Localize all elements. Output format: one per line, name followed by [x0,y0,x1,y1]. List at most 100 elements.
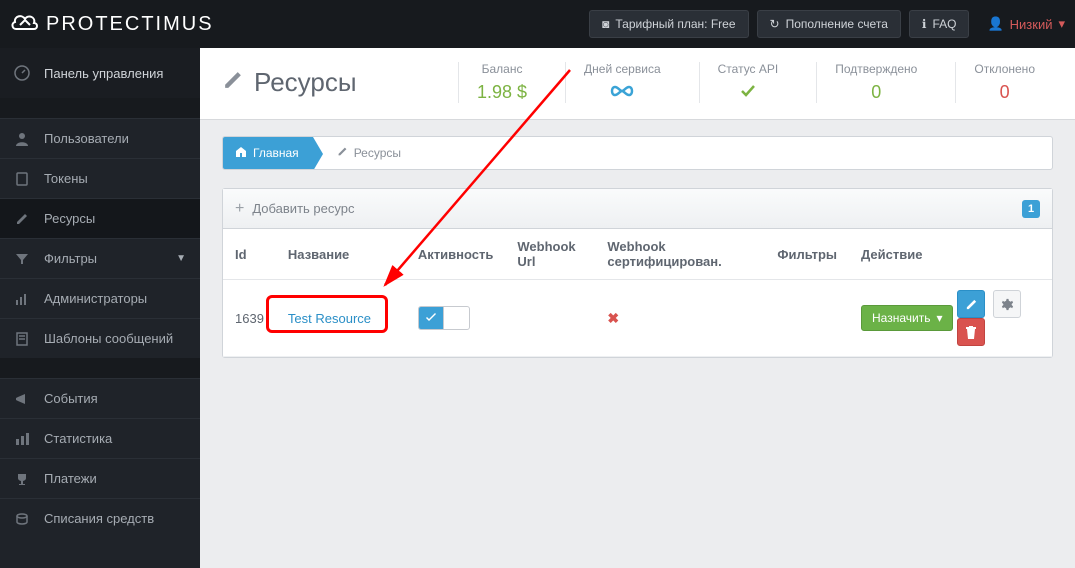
stat-rejected: Отклонено 0 [955,62,1053,103]
sidebar-item-label: События [44,391,98,406]
sidebar-item-label: Пользователи [44,131,129,146]
stat-label: Баланс [477,62,527,76]
cell-id: 1639 [223,280,276,357]
sidebar-item-label: Шаблоны сообщений [44,331,173,346]
coins-icon [14,512,30,526]
sidebar-item-templates[interactable]: Шаблоны сообщений [0,318,200,358]
page-header: Ресурсы Баланс 1.98 $ Дней сервиса Стату… [200,48,1075,120]
col-name: Название [276,229,406,280]
sidebar-item-admins[interactable]: Администраторы [0,278,200,318]
card-icon: ◙ [602,17,609,31]
x-circle-icon: ✖ [607,310,619,326]
stat-label: Подтверждено [835,62,917,76]
breadcrumb-home[interactable]: Главная [223,137,313,169]
sidebar-item-label: Ресурсы [44,211,95,226]
page-title: Ресурсы [222,67,357,98]
activity-toggle[interactable] [418,306,470,330]
plus-icon: + [235,200,244,218]
bars-icon [14,292,30,306]
sidebar-item-stats[interactable]: Статистика [0,418,200,458]
stat-days: Дней сервиса [565,62,679,103]
topbar: PROTECTIMUS ◙ Тарифный план: Free ↻ Попо… [0,0,1075,48]
sidebar-item-label: Токены [44,171,88,186]
col-cert: Webhook сертифицирован. [595,229,765,280]
stat-value: 0 [974,82,1035,103]
check-icon [419,307,444,329]
faq-button[interactable]: ℹ FAQ [909,10,970,38]
sidebar-item-payments[interactable]: Платежи [0,458,200,498]
sidebar: Панель управления Пользователи Токены Ре… [0,48,200,568]
stat-balance: Баланс 1.98 $ [458,62,545,103]
sidebar-item-filters[interactable]: Фильтры ▼ [0,238,200,278]
infinity-icon [609,84,635,98]
brand-logo[interactable]: PROTECTIMUS [10,11,214,37]
sidebar-item-label: Статистика [44,431,112,446]
add-resource-button[interactable]: Добавить ресурс [252,201,354,216]
panel-header: + Добавить ресурс 1 [223,189,1052,229]
stat-value: 0 [835,82,917,103]
edit-button[interactable] [957,290,985,318]
resources-panel: + Добавить ресурс 1 Id Название Активнос… [222,188,1053,358]
chart-icon [14,432,30,446]
stat-label: Дней сервиса [584,62,661,76]
stat-value [584,82,661,103]
user-icon [14,132,30,146]
resources-table: Id Название Активность Webhook Url Webho… [223,229,1052,357]
caret-down-icon: ▼ [176,253,186,264]
count-badge: 1 [1022,200,1040,218]
stat-api: Статус API [699,62,797,103]
plan-label: Тарифный план: Free [615,17,735,31]
resource-name-link[interactable]: Test Resource [288,311,371,326]
sidebar-item-debits[interactable]: Списания средств [0,498,200,538]
breadcrumb-current-label: Ресурсы [354,146,401,160]
breadcrumb-home-label: Главная [253,146,299,160]
gauge-icon [14,65,30,81]
fund-button[interactable]: ↻ Пополнение счета [757,10,901,38]
table-row: 1639 Test Resource ✖ [223,280,1052,357]
assign-label: Назначить [872,311,930,325]
refresh-icon: ↻ [770,17,780,31]
brand-text: PROTECTIMUS [46,13,214,36]
page-icon [14,332,30,346]
stat-label: Отклонено [974,62,1035,76]
edit-icon [14,212,30,226]
page-title-text: Ресурсы [254,67,357,98]
sidebar-item-users[interactable]: Пользователи [0,118,200,158]
edit-icon [337,146,348,160]
stat-confirmed: Подтверждено 0 [816,62,935,103]
delete-button[interactable] [957,318,985,346]
fund-label: Пополнение счета [786,17,888,31]
check-icon [740,84,756,98]
sidebar-item-tokens[interactable]: Токены [0,158,200,198]
col-filters: Фильтры [765,229,849,280]
plan-button[interactable]: ◙ Тарифный план: Free [589,10,748,38]
logo-icon [10,11,40,37]
breadcrumb: Главная Ресурсы [222,136,1053,170]
sidebar-item-events[interactable]: События [0,378,200,418]
user-menu[interactable]: 👤 Низкий ▾ [987,16,1065,32]
sidebar-item-label: Панель управления [44,66,163,81]
info-icon: ℹ [922,17,927,31]
edit-icon [222,67,244,98]
token-icon [14,172,30,186]
col-id: Id [223,229,276,280]
col-activity: Активность [406,229,505,280]
sidebar-item-label: Платежи [44,471,97,486]
sidebar-item-label: Списания средств [44,511,154,526]
filter-icon [14,252,30,266]
stat-value: 1.98 $ [477,82,527,103]
sidebar-item-label: Администраторы [44,291,147,306]
trophy-icon [14,472,30,486]
col-action: Действие [849,229,1052,280]
settings-button[interactable] [993,290,1021,318]
breadcrumb-current[interactable]: Ресурсы [313,146,415,160]
stat-label: Статус API [718,62,779,76]
sidebar-item-resources[interactable]: Ресурсы [0,198,200,238]
stat-value [718,82,779,103]
faq-label: FAQ [932,17,956,31]
sidebar-item-dashboard[interactable]: Панель управления [0,48,200,98]
caret-down-icon: ▾ [936,311,942,325]
col-webhook: Webhook Url [505,229,595,280]
user-icon: 👤 [987,16,1003,32]
assign-button[interactable]: Назначить ▾ [861,305,953,331]
